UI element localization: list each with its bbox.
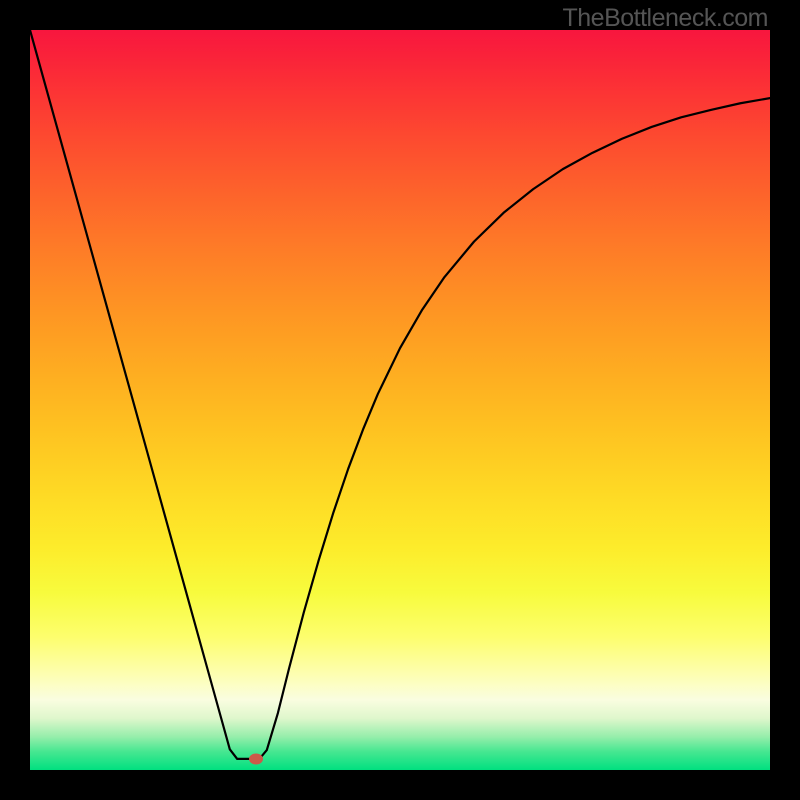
gradient-background bbox=[30, 30, 770, 770]
chart-frame bbox=[30, 30, 770, 770]
watermark-text: TheBottleneck.com bbox=[563, 4, 769, 33]
curve-minimum-marker bbox=[249, 753, 263, 764]
chart-svg bbox=[30, 30, 770, 770]
